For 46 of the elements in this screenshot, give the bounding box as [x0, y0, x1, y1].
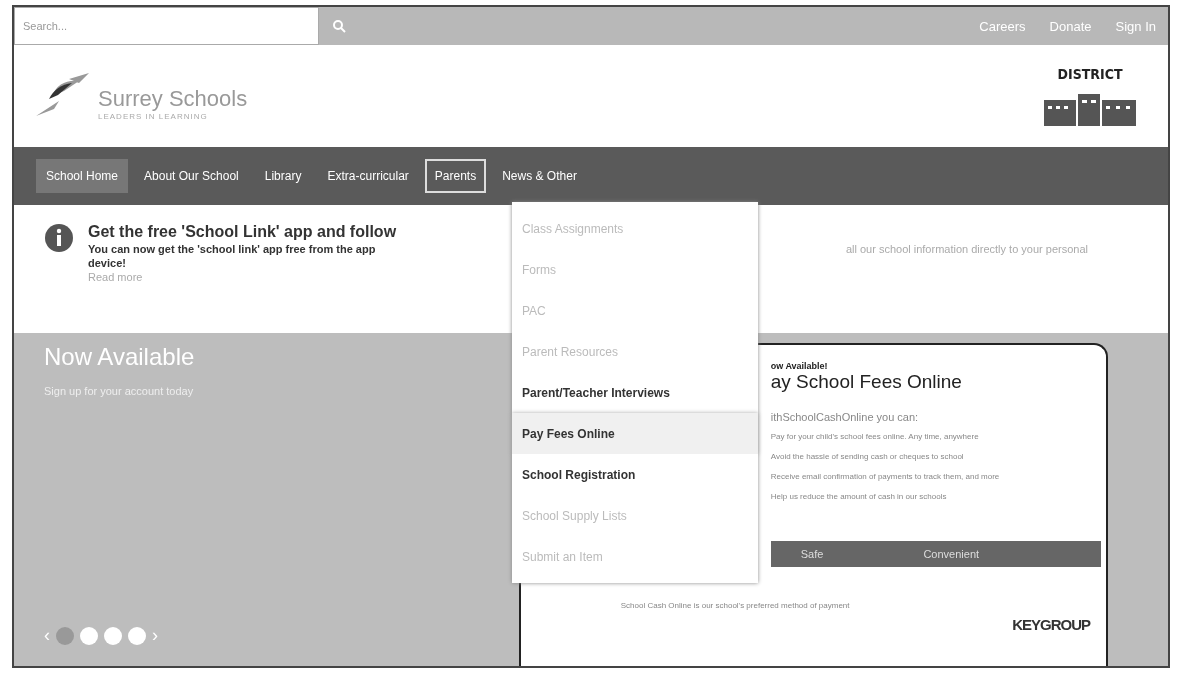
top-link[interactable]: Sign In	[1103, 7, 1168, 45]
notice-text: all our school information directly to your personal	[845, 243, 1088, 255]
notice-text: You can now get the 'school link' app free from the app	[88, 243, 376, 255]
nav-tab[interactable]: About Our School	[134, 159, 249, 193]
menu-item[interactable]: PAC	[512, 290, 758, 331]
notice-text: device!	[88, 257, 127, 269]
menu-item[interactable]: Parent Resources	[512, 331, 758, 372]
menu-item[interactable]: Pay Fees Online	[512, 413, 758, 454]
menu-item[interactable]: School Registration	[512, 454, 758, 495]
top-link[interactable]: Donate	[1037, 7, 1104, 45]
card-eyebrow: ow Available!	[770, 361, 829, 371]
badge-label: Convenient	[923, 548, 980, 560]
badge-label: Safe	[800, 548, 824, 560]
card-bullet: Help us reduce the amount of cash in our schools	[770, 491, 948, 503]
slide-dot[interactable]	[56, 626, 74, 645]
search-field[interactable]: Search...	[14, 7, 319, 45]
nav-tab[interactable]: Extra-curricular	[317, 159, 419, 193]
logo-tagline: LEADERS IN LEARNING	[98, 112, 209, 121]
slide-dot[interactable]	[80, 626, 98, 645]
card-intro: ithSchoolCashOnline you can:	[770, 411, 920, 423]
menu-item[interactable]: Class Assignments	[512, 208, 758, 249]
card-bullet: Avoid the hassle of sending cash or cheques to school	[770, 451, 965, 463]
card-title: ay School Fees Online	[770, 371, 963, 393]
slide-dot[interactable]	[104, 626, 122, 645]
notice-title: Get the free 'School Link' app and follow	[88, 223, 397, 241]
menu-item[interactable]: Submit an Item	[512, 536, 758, 577]
district-label: DISTRICT	[1057, 66, 1123, 82]
brand-logo: KEYGROUP	[1012, 616, 1090, 633]
logo-name: Surrey Schools	[98, 86, 248, 112]
search-icon	[332, 19, 346, 33]
card-bullet: Pay for your child's school fees online. Any time, anywhere	[770, 431, 980, 443]
top-link[interactable]: Careers	[967, 7, 1038, 45]
card-bullet: Receive email confirmation of payments to track them, and more	[770, 471, 1001, 483]
nav-tab[interactable]: Library	[254, 159, 312, 193]
nav-tab[interactable]: Parents	[424, 159, 487, 193]
nav-tab[interactable]: School Home	[36, 159, 129, 193]
menu-item[interactable]: Forms	[512, 249, 758, 290]
nav-tab[interactable]: News & Other	[492, 159, 587, 193]
slide-dot[interactable]	[128, 626, 146, 645]
info-icon	[44, 223, 74, 253]
read-more-link[interactable]: Read more	[88, 271, 143, 283]
buildings-icon	[1044, 92, 1136, 126]
hero-title: Now Available	[44, 343, 196, 371]
card-footer: School Cash Online is our school's preferred method of payment	[620, 601, 1106, 610]
menu-item[interactable]: School Supply Lists	[512, 495, 758, 536]
menu-item[interactable]: Parent/Teacher Interviews	[512, 372, 758, 413]
